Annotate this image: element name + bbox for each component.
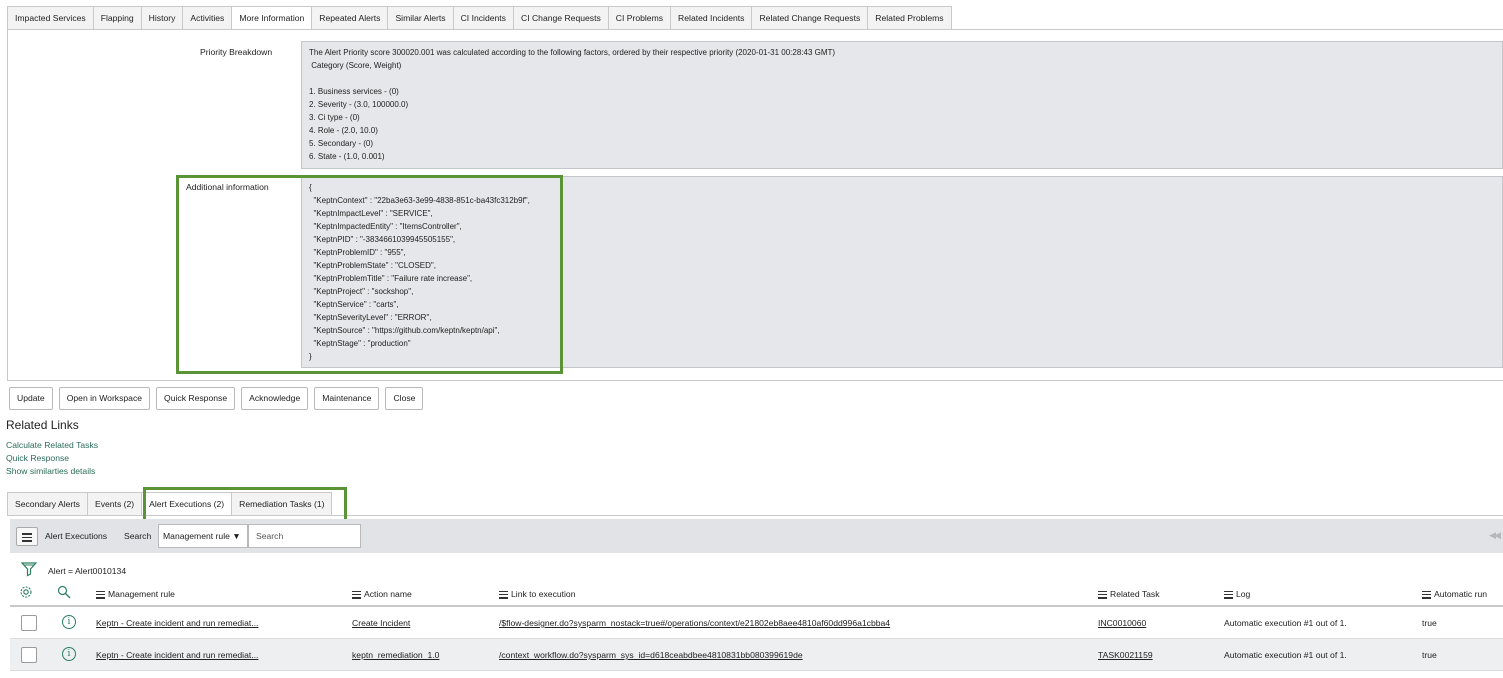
search-field-value: Management rule xyxy=(163,531,230,541)
execution-link[interactable]: /$flow-designer.do?sysparm_nostack=true#… xyxy=(499,618,890,628)
management-rule-link[interactable]: Keptn - Create incident and run remediat… xyxy=(96,650,258,660)
row-checkbox[interactable] xyxy=(21,615,37,631)
priority-breakdown-label: Priority Breakdown xyxy=(200,47,273,57)
column-menu-icon[interactable] xyxy=(1098,590,1107,599)
alert-executions-list: Alert Executions Search Management rule … xyxy=(10,519,1503,678)
update-button[interactable]: Update xyxy=(9,387,53,410)
column-header-action-name[interactable]: Action name xyxy=(352,589,412,599)
tab-secondary-alerts[interactable]: Secondary Alerts xyxy=(7,492,88,516)
tab-impacted-services[interactable]: Impacted Services xyxy=(7,6,94,30)
related-task-link[interactable]: TASK0021159 xyxy=(1098,650,1153,660)
automatic-run-value: true xyxy=(1422,650,1437,660)
tab-ci-problems[interactable]: CI Problems xyxy=(608,6,672,30)
info-icon[interactable]: i xyxy=(62,615,76,629)
table-row: i Keptn - Create incident and run remedi… xyxy=(10,639,1503,671)
search-input[interactable] xyxy=(248,524,361,548)
automatic-run-value: true xyxy=(1422,618,1437,628)
management-rule-link[interactable]: Keptn - Create incident and run remediat… xyxy=(96,618,258,628)
first-page-icon[interactable]: ◀◀ xyxy=(1489,530,1501,541)
related-links-title: Related Links xyxy=(6,418,79,432)
related-task-link[interactable]: INC0010060 xyxy=(1098,618,1146,628)
column-header-link-to-execution[interactable]: Link to execution xyxy=(499,589,576,599)
list-menu-button[interactable] xyxy=(16,527,38,546)
quick-response-link[interactable]: Quick Response xyxy=(6,453,69,463)
column-menu-icon[interactable] xyxy=(96,590,105,599)
tab-more-information[interactable]: More Information xyxy=(232,6,313,30)
filter-breadcrumb[interactable]: Alert = Alert0010134 xyxy=(48,566,126,576)
search-label: Search xyxy=(124,531,152,541)
dropdown-arrow-icon: ▼ xyxy=(232,531,241,541)
tab-activities[interactable]: Activities xyxy=(183,6,233,30)
highlight-box-tabs xyxy=(143,487,347,522)
filter-icon[interactable] xyxy=(20,561,38,579)
top-tab-bar: Impacted Services Flapping History Activ… xyxy=(7,6,952,30)
table-row: i Keptn - Create incident and run remedi… xyxy=(10,607,1503,639)
highlight-box-additional-info xyxy=(176,175,563,374)
row-checkbox[interactable] xyxy=(21,647,37,663)
column-header-log[interactable]: Log xyxy=(1224,589,1250,599)
column-menu-icon[interactable] xyxy=(1422,590,1431,599)
open-in-workspace-button[interactable]: Open in Workspace xyxy=(58,387,151,410)
list-header-bar: Alert Executions Search Management rule … xyxy=(10,519,1503,553)
tab-similar-alerts[interactable]: Similar Alerts xyxy=(388,6,454,30)
column-header-related-task[interactable]: Related Task xyxy=(1098,589,1160,599)
tab-ci-incidents[interactable]: CI Incidents xyxy=(453,6,514,30)
tab-related-incidents[interactable]: Related Incidents xyxy=(671,6,753,30)
tab-related-change-requests[interactable]: Related Change Requests xyxy=(752,6,869,30)
tab-events[interactable]: Events (2) xyxy=(87,492,143,516)
tab-history[interactable]: History xyxy=(141,6,184,30)
tab-repeated-alerts[interactable]: Repeated Alerts xyxy=(312,6,389,30)
tab-ci-change-requests[interactable]: CI Change Requests xyxy=(513,6,609,30)
calculate-related-tasks-link[interactable]: Calculate Related Tasks xyxy=(6,440,98,450)
show-similarities-details-link[interactable]: Show similarties details xyxy=(6,466,95,476)
quick-response-button[interactable]: Quick Response xyxy=(156,387,236,410)
personalize-gear-icon[interactable] xyxy=(19,585,33,601)
tab-related-problems[interactable]: Related Problems xyxy=(868,6,952,30)
info-icon[interactable]: i xyxy=(62,647,76,661)
maintenance-button[interactable]: Maintenance xyxy=(314,387,380,410)
column-header-automatic-run[interactable]: Automatic run xyxy=(1422,589,1487,599)
column-menu-icon[interactable] xyxy=(352,590,361,599)
log-text: Automatic execution #1 out of 1. xyxy=(1224,618,1347,628)
priority-breakdown-field[interactable]: The Alert Priority score 300020.001 was … xyxy=(301,41,1503,169)
tab-flapping[interactable]: Flapping xyxy=(93,6,142,30)
column-menu-icon[interactable] xyxy=(499,590,508,599)
form-button-row: Update Open in Workspace Quick Response … xyxy=(9,387,424,410)
column-menu-icon[interactable] xyxy=(1224,590,1233,599)
execution-link[interactable]: /context_workflow.do?sysparm_sys_id=d618… xyxy=(499,650,803,660)
acknowledge-button[interactable]: Acknowledge xyxy=(241,387,309,410)
close-button[interactable]: Close xyxy=(385,387,424,410)
column-header-management-rule[interactable]: Management rule xyxy=(96,589,175,599)
action-name-link[interactable]: keptn_remediation_1.0 xyxy=(352,650,439,660)
column-search-icon[interactable] xyxy=(57,585,71,601)
log-text: Automatic execution #1 out of 1. xyxy=(1224,650,1347,660)
search-field-select[interactable]: Management rule ▼ xyxy=(158,524,248,548)
action-name-link[interactable]: Create Incident xyxy=(352,618,410,628)
list-title: Alert Executions xyxy=(45,531,108,541)
